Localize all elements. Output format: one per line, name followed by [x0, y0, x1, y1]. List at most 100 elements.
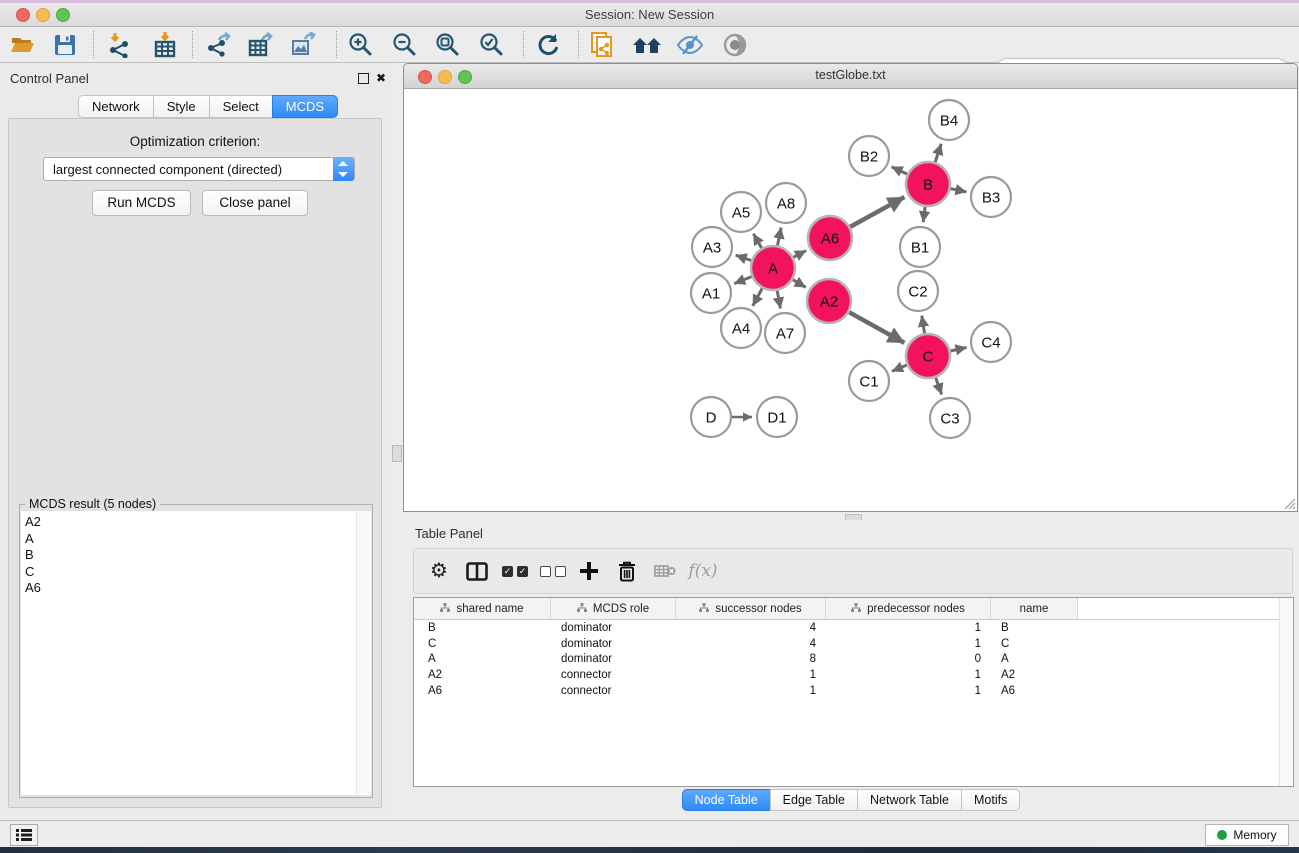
- graph-edge-A-A2[interactable]: [793, 280, 806, 288]
- tab-network[interactable]: Network: [78, 95, 154, 118]
- table-cell[interactable]: dominator: [551, 638, 676, 650]
- zoom-out-icon[interactable]: [390, 30, 420, 60]
- graph-edge-A-A4[interactable]: [753, 288, 762, 306]
- table-cell[interactable]: A6: [991, 685, 1078, 697]
- run-mcds-button[interactable]: Run MCDS: [92, 190, 191, 216]
- import-network-icon[interactable]: [105, 30, 135, 60]
- table-cell[interactable]: 1: [826, 669, 991, 681]
- window-resize-grip[interactable]: [1283, 497, 1296, 510]
- column-header-predecessor-nodes[interactable]: predecessor nodes: [826, 598, 991, 619]
- table-row[interactable]: Adominator80A: [414, 651, 1293, 667]
- graph-node-B[interactable]: B: [906, 162, 950, 206]
- zoom-fit-icon[interactable]: [433, 30, 463, 60]
- preview-eye-icon[interactable]: [720, 30, 750, 60]
- import-table-icon[interactable]: [150, 30, 180, 60]
- graph-edge-C-C2[interactable]: [922, 316, 925, 334]
- mcds-result-scrollbar[interactable]: [356, 511, 371, 795]
- table-cell[interactable]: connector: [551, 669, 676, 681]
- graph-edge-A-A7[interactable]: [777, 291, 780, 309]
- graph-node-A7[interactable]: A7: [765, 313, 805, 353]
- table-cell[interactable]: dominator: [551, 653, 676, 665]
- graph-edge-A2-C[interactable]: [849, 312, 904, 343]
- graph-edge-C-C4[interactable]: [950, 347, 966, 351]
- tab-motifs[interactable]: Motifs: [961, 789, 1020, 811]
- graph-node-A2[interactable]: A2: [807, 279, 851, 323]
- graph-node-B2[interactable]: B2: [849, 136, 889, 176]
- table-cell[interactable]: C: [414, 638, 551, 650]
- graph-edge-C-C1[interactable]: [892, 365, 907, 371]
- add-column-icon[interactable]: [574, 556, 604, 586]
- graph-edge-A-A3[interactable]: [736, 255, 752, 260]
- graph-edge-B-B4[interactable]: [935, 144, 941, 162]
- graph-edge-A-A6[interactable]: [793, 251, 806, 258]
- task-list-button[interactable]: [10, 824, 38, 846]
- tab-mcds[interactable]: MCDS: [272, 95, 338, 118]
- table-cell[interactable]: 1: [826, 685, 991, 697]
- table-row[interactable]: A2connector11A2: [414, 667, 1293, 683]
- delete-column-trash-icon[interactable]: [612, 556, 642, 586]
- graph-edge-A6-B[interactable]: [850, 197, 904, 227]
- table-cell[interactable]: 4: [676, 638, 826, 650]
- graph-node-A4[interactable]: A4: [721, 308, 761, 348]
- function-builder-icon[interactable]: f(x): [688, 556, 718, 586]
- graph-node-D[interactable]: D: [691, 397, 731, 437]
- table-scrollbar[interactable]: [1279, 598, 1293, 786]
- vertical-splitter-grip[interactable]: [392, 445, 402, 462]
- table-cell[interactable]: connector: [551, 685, 676, 697]
- graph-node-A6[interactable]: A6: [808, 216, 852, 260]
- table-cell[interactable]: A6: [414, 685, 551, 697]
- graph-node-A8[interactable]: A8: [766, 183, 806, 223]
- mcds-result-item[interactable]: A: [25, 531, 357, 548]
- table-cell[interactable]: B: [414, 622, 551, 634]
- graph-edge-B-B1[interactable]: [923, 207, 925, 222]
- graph-node-A[interactable]: A: [751, 246, 795, 290]
- table-cell[interactable]: 1: [676, 685, 826, 697]
- graph-node-B3[interactable]: B3: [971, 177, 1011, 217]
- table-cell[interactable]: 1: [676, 669, 826, 681]
- float-panel-icon[interactable]: [358, 73, 369, 84]
- table-cell[interactable]: 0: [826, 653, 991, 665]
- graph-node-B4[interactable]: B4: [929, 100, 969, 140]
- graph-node-B1[interactable]: B1: [900, 227, 940, 267]
- table-cell[interactable]: B: [991, 622, 1078, 634]
- close-panel-button[interactable]: Close panel: [202, 190, 308, 216]
- table-cell[interactable]: 1: [826, 622, 991, 634]
- export-table-icon[interactable]: [246, 30, 276, 60]
- memory-button[interactable]: Memory: [1205, 824, 1289, 846]
- table-cell[interactable]: C: [991, 638, 1078, 650]
- tab-node-table[interactable]: Node Table: [682, 789, 771, 811]
- graph-edge-B-B3[interactable]: [951, 189, 967, 192]
- table-cell[interactable]: 8: [676, 653, 826, 665]
- table-cell[interactable]: dominator: [551, 622, 676, 634]
- criterion-dropdown[interactable]: largest connected component (directed): [43, 157, 355, 181]
- window-titlebar[interactable]: Session: New Session: [0, 3, 1299, 27]
- home-views-icon[interactable]: [632, 30, 662, 60]
- deselect-all-icon[interactable]: [538, 556, 568, 586]
- tab-network-table[interactable]: Network Table: [857, 789, 962, 811]
- table-cell[interactable]: A: [414, 653, 551, 665]
- apply-layout-icon[interactable]: [533, 30, 563, 60]
- tab-edge-table[interactable]: Edge Table: [770, 789, 858, 811]
- table-row[interactable]: A6connector11A6: [414, 683, 1293, 699]
- mcds-result-item[interactable]: A6: [25, 580, 357, 597]
- duplicate-network-icon[interactable]: [588, 30, 618, 60]
- table-row[interactable]: Bdominator41B: [414, 620, 1293, 636]
- table-cell[interactable]: 4: [676, 622, 826, 634]
- mcds-result-item[interactable]: A2: [25, 514, 357, 531]
- zoom-selected-icon[interactable]: [477, 30, 507, 60]
- network-graph-canvas[interactable]: AA1A2A3A4A5A6A7A8BB1B2B3B4CC1C2C3C4DD1: [404, 88, 1297, 511]
- export-network-icon[interactable]: [204, 30, 234, 60]
- graph-node-C2[interactable]: C2: [898, 271, 938, 311]
- open-session-icon[interactable]: [8, 30, 38, 60]
- graph-node-A5[interactable]: A5: [721, 192, 761, 232]
- zoom-in-icon[interactable]: [346, 30, 376, 60]
- table-settings-gear-icon[interactable]: ⚙: [424, 556, 454, 586]
- column-header-successor-nodes[interactable]: successor nodes: [676, 598, 826, 619]
- graph-node-C1[interactable]: C1: [849, 361, 889, 401]
- graph-node-A1[interactable]: A1: [691, 273, 731, 313]
- graph-node-A3[interactable]: A3: [692, 227, 732, 267]
- table-cell[interactable]: 1: [826, 638, 991, 650]
- network-window-titlebar[interactable]: testGlobe.txt: [404, 64, 1297, 89]
- table-row[interactable]: Cdominator41C: [414, 636, 1293, 652]
- graph-node-C3[interactable]: C3: [930, 398, 970, 438]
